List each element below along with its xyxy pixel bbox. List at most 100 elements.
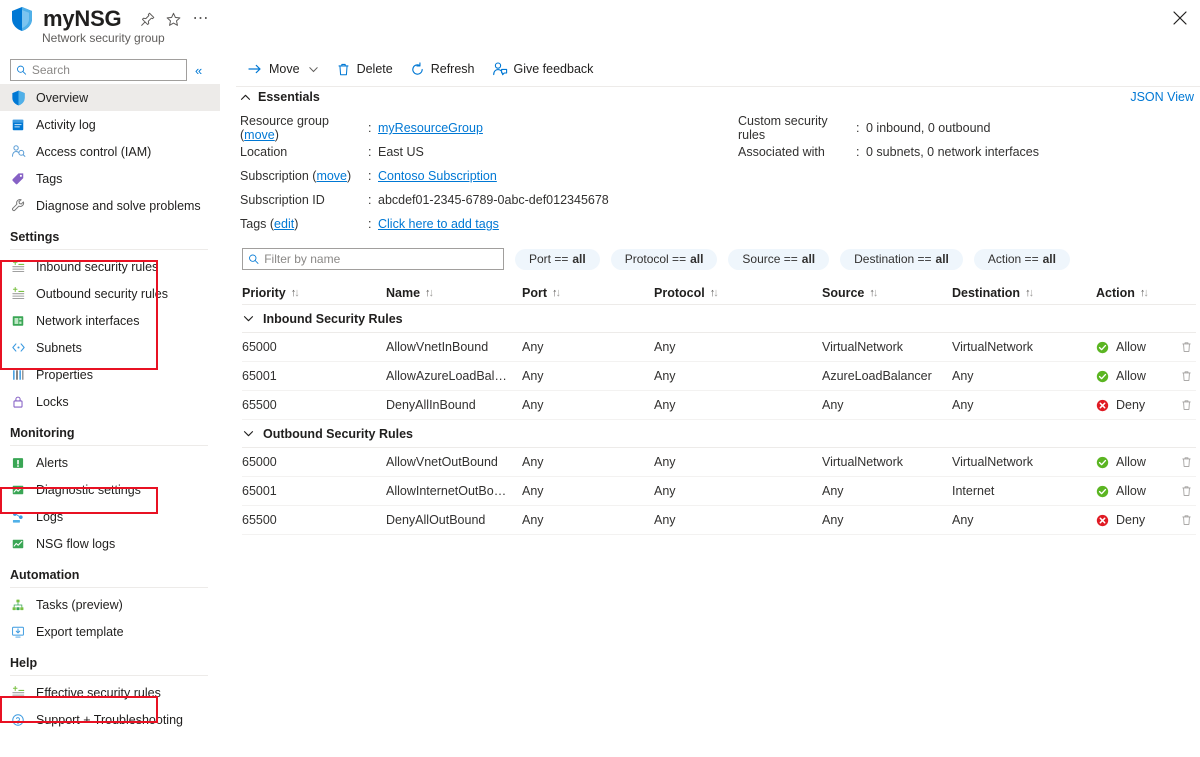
- trash-icon: [338, 63, 348, 75]
- nsg-flow-logs-icon: [10, 536, 26, 552]
- column-header-action[interactable]: Action ↑↓: [1060, 286, 1180, 300]
- delete-button[interactable]: Delete: [329, 58, 400, 80]
- essentials-key-link[interactable]: edit: [274, 217, 294, 231]
- sidebar-item-diagnose-and-solve-problems[interactable]: Diagnose and solve problems: [0, 192, 220, 219]
- filter-pill-action[interactable]: Action == all: [973, 248, 1070, 270]
- json-view-link[interactable]: JSON View: [1130, 90, 1194, 104]
- delete-rule-button[interactable]: [1180, 398, 1200, 412]
- chevron-down-icon: [243, 431, 254, 437]
- rules-group-header[interactable]: Inbound Security Rules: [242, 305, 1196, 333]
- sidebar-item-access-control-iam[interactable]: Access control (IAM): [0, 138, 220, 165]
- rules-group-header[interactable]: Outbound Security Rules: [242, 420, 1196, 448]
- sidebar-item-network-interfaces[interactable]: Network interfaces: [0, 307, 220, 334]
- sidebar-item-export-template[interactable]: Export template: [0, 618, 220, 645]
- nav-group-automation: Automation: [10, 568, 80, 582]
- essentials-toggle[interactable]: Essentials: [240, 90, 320, 104]
- column-header-port[interactable]: Port ↑↓: [518, 286, 650, 300]
- column-header-name[interactable]: Name ↑↓: [382, 286, 518, 300]
- close-icon[interactable]: [1170, 8, 1190, 28]
- sidebar-item-locks[interactable]: Locks: [0, 388, 220, 415]
- table-row[interactable]: 65500 DenyAllOutBound Any Any Any Any Deny: [242, 506, 1196, 535]
- cell-protocol: Any: [654, 484, 676, 498]
- sidebar-item-label: Diagnose and solve problems: [36, 198, 201, 213]
- trash-icon: [1180, 340, 1193, 354]
- sidebar-item-nsg-flow-logs[interactable]: NSG flow logs: [0, 530, 220, 557]
- sidebar-item-diagnostic-settings[interactable]: Diagnostic settings: [0, 476, 220, 503]
- move-button[interactable]: Move: [240, 58, 326, 80]
- filter-pill-source[interactable]: Source == all: [728, 248, 830, 270]
- essentials-row: Tags (edit): Click here to add tags: [240, 212, 609, 236]
- sidebar-item-properties[interactable]: Properties: [0, 361, 220, 388]
- sidebar-item-logs[interactable]: Logs: [0, 503, 220, 530]
- trash-icon: [1180, 513, 1193, 527]
- refresh-button-label: Refresh: [430, 62, 475, 76]
- essentials-key-link[interactable]: move: [244, 128, 275, 142]
- cell-port: Any: [522, 398, 544, 412]
- alerts-icon: [10, 455, 26, 471]
- essentials-key-paren-close: ): [294, 217, 299, 231]
- delete-rule-button[interactable]: [1180, 369, 1200, 383]
- refresh-button[interactable]: Refresh: [403, 58, 482, 80]
- nav-group-divider: [10, 445, 208, 446]
- sidebar-item-support-troubleshooting[interactable]: Support + Troubleshooting: [0, 706, 220, 733]
- sidebar-item-outbound-security-rules[interactable]: Outbound security rules: [0, 280, 220, 307]
- filter-pill-protocol[interactable]: Protocol == all: [610, 248, 718, 270]
- sidebar-item-effective-security-rules[interactable]: Effective security rules: [0, 679, 220, 706]
- cell-source: Any: [822, 513, 844, 527]
- table-row[interactable]: 65001 AllowAzureLoadBalanc··· Any Any AzureL…: [242, 362, 1196, 391]
- pin-icon[interactable]: [140, 12, 155, 27]
- star-icon[interactable]: [166, 12, 181, 27]
- action-label: Allow: [1116, 455, 1146, 469]
- rules-group-label: Outbound Security Rules: [263, 426, 414, 441]
- ellipsis-icon[interactable]: ⋯: [192, 11, 209, 27]
- filter-by-name-input[interactable]: [264, 252, 498, 266]
- essentials-key: Tags (edit): [240, 217, 368, 231]
- sidebar-item-overview[interactable]: Overview: [0, 84, 220, 111]
- cell-name-text: AllowAzureLoadBalanc···: [386, 369, 510, 383]
- essentials-value[interactable]: Click here to add tags: [378, 217, 499, 231]
- filter-pill-destination[interactable]: Destination == all: [840, 248, 963, 270]
- cell-priority: 65001: [242, 484, 277, 498]
- filter-pill-port[interactable]: Port == all: [515, 248, 600, 270]
- trash-icon: [1180, 398, 1193, 412]
- column-header-priority[interactable]: Priority ↑↓: [242, 286, 382, 300]
- collapse-nav-button[interactable]: «: [195, 64, 202, 77]
- table-row[interactable]: 65001 AllowInternetOutBound Any Any Any Inter…: [242, 477, 1196, 506]
- table-row[interactable]: 65000 AllowVnetInBound Any Any VirtualNetwor…: [242, 333, 1196, 362]
- essentials-value[interactable]: Contoso Subscription: [378, 169, 497, 183]
- filter-pill-value: all: [1042, 252, 1056, 266]
- sidebar-item-inbound-security-rules[interactable]: Inbound security rules: [0, 253, 220, 280]
- filter-pill-value: all: [690, 252, 704, 266]
- delete-rule-button[interactable]: [1180, 455, 1200, 469]
- wrench-icon: [10, 198, 26, 214]
- cell-protocol: Any: [654, 340, 676, 354]
- shield-icon: [12, 7, 32, 31]
- sidebar-item-tasks-preview[interactable]: Tasks (preview): [0, 591, 220, 618]
- delete-rule-button[interactable]: [1180, 484, 1200, 498]
- table-row[interactable]: 65500 DenyAllInBound Any Any Any Any Deny: [242, 391, 1196, 420]
- sidebar-item-activity-log[interactable]: Activity log: [0, 111, 220, 138]
- essentials-key-link[interactable]: move: [316, 169, 347, 183]
- cell-source: VirtualNetwork: [822, 455, 904, 469]
- give-feedback-button[interactable]: Give feedback: [485, 58, 601, 80]
- essentials-key-label: Tags: [240, 217, 267, 231]
- nav-group-divider: [10, 587, 208, 588]
- cell-action: Allow: [1060, 455, 1180, 469]
- sidebar-item-subnets[interactable]: Subnets: [0, 334, 220, 361]
- essentials-value[interactable]: myResourceGroup: [378, 121, 483, 135]
- search-input-box[interactable]: [10, 59, 187, 81]
- filter-by-name-box[interactable]: [242, 248, 504, 270]
- column-header-destination[interactable]: Destination ↑↓: [920, 286, 1060, 300]
- column-header-protocol[interactable]: Protocol ↑↓: [650, 286, 786, 300]
- sidebar-item-alerts[interactable]: Alerts: [0, 449, 220, 476]
- essentials-left-column: Resource group (move): myResourceGroup Loc…: [240, 114, 609, 236]
- delete-rule-button[interactable]: [1180, 513, 1200, 527]
- command-bar-divider: [236, 86, 1200, 87]
- search-input[interactable]: [31, 63, 181, 77]
- delete-rule-button[interactable]: [1180, 340, 1200, 354]
- essentials-key: Subscription ID: [240, 193, 368, 207]
- tag-icon: [10, 171, 26, 187]
- column-header-source[interactable]: Source ↑↓: [786, 286, 920, 300]
- sidebar-item-tags[interactable]: Tags: [0, 165, 220, 192]
- table-row[interactable]: 65000 AllowVnetOutBound Any Any VirtualNetwo…: [242, 448, 1196, 477]
